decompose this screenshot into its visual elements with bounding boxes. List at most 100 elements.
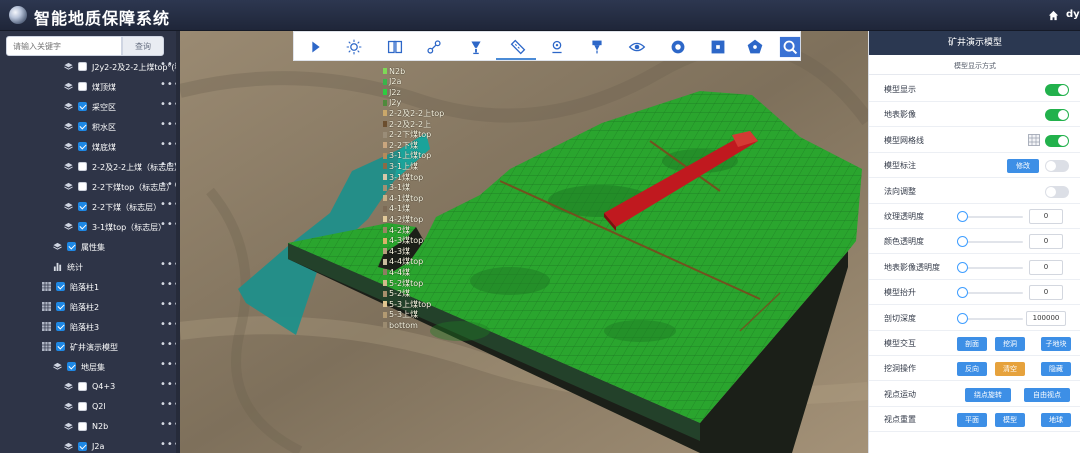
- layer-checkbox[interactable]: [78, 162, 87, 171]
- value-input[interactable]: 100000: [1026, 310, 1066, 326]
- toggle-switch[interactable]: [1045, 84, 1069, 96]
- map-3d-viewport[interactable]: N2b J2a J2z J2y 2-2及2-2上top 2-2及2-2上 2-2下煤top 2…: [180, 31, 868, 453]
- tree-row[interactable]: 2-2及2-2上煤（标志层） •••: [0, 157, 180, 177]
- pin-tool-button[interactable]: [585, 35, 609, 59]
- slider-handle[interactable]: [957, 287, 968, 299]
- tree-row[interactable]: 统计 •••: [0, 257, 180, 277]
- tree-row[interactable]: Q4+3 •••: [0, 377, 180, 397]
- layer-checkbox[interactable]: [78, 102, 87, 111]
- layer-checkbox[interactable]: [67, 242, 76, 251]
- tree-row[interactable]: N2b •••: [0, 417, 180, 437]
- layer-checkbox[interactable]: [78, 142, 87, 151]
- layer-legend-item: 5-2煤top: [383, 278, 423, 288]
- slider-track[interactable]: [961, 241, 1023, 244]
- slider-track[interactable]: [961, 317, 1023, 320]
- book-tool-button[interactable]: [383, 35, 407, 59]
- action-button[interactable]: 模型: [995, 413, 1025, 428]
- pentagon-tool-button[interactable]: [743, 35, 767, 59]
- slider-handle[interactable]: [957, 236, 968, 248]
- mesh-grid-icon: [1028, 133, 1040, 146]
- tree-row[interactable]: J2a •••: [0, 437, 180, 453]
- layer-checkbox[interactable]: [56, 302, 65, 311]
- search-input[interactable]: [6, 36, 122, 56]
- action-button[interactable]: 隐藏: [1041, 362, 1071, 377]
- setting-label: 法向调整: [884, 186, 916, 196]
- layer-checkbox[interactable]: [78, 402, 87, 411]
- layer-legend-item: 4-4煤top: [383, 257, 423, 267]
- layer-checkbox[interactable]: [78, 182, 87, 191]
- layer-checkbox[interactable]: [78, 222, 87, 231]
- square-tool-button[interactable]: [706, 35, 730, 59]
- slider-handle[interactable]: [957, 211, 968, 222]
- toggle-switch[interactable]: [1045, 160, 1069, 173]
- tree-row[interactable]: 属性集: [0, 237, 180, 257]
- tree-row[interactable]: 矿井演示模型 •••: [0, 337, 180, 357]
- circle-tool-button[interactable]: [666, 35, 690, 59]
- tree-row[interactable]: 2-2下煤（标志层） •••: [0, 197, 180, 217]
- action-button[interactable]: 子地块: [1041, 337, 1071, 351]
- layer-checkbox[interactable]: [78, 82, 87, 91]
- tree-row[interactable]: J2y2-2及2-2上煤top°(标志层)•••: [0, 57, 180, 77]
- value-input[interactable]: 0: [1029, 285, 1063, 301]
- action-button[interactable]: 自由视点: [1024, 387, 1070, 402]
- action-button[interactable]: 清空: [995, 362, 1025, 377]
- layer-checkbox[interactable]: [56, 282, 65, 291]
- layer-color-swatch: [383, 311, 387, 318]
- search-button[interactable]: 查询: [122, 36, 164, 56]
- layers-icon: [64, 122, 73, 130]
- value-input[interactable]: 0: [1029, 259, 1063, 275]
- toggle-switch[interactable]: [1045, 185, 1069, 198]
- setting-label: 视点重置: [884, 415, 916, 425]
- layer-checkbox[interactable]: [78, 202, 87, 211]
- action-button[interactable]: 地球: [1041, 413, 1071, 428]
- ruler-tool-button[interactable]: [506, 35, 530, 59]
- layer-legend-item: 5-2煤: [383, 289, 410, 299]
- layer-checkbox[interactable]: [78, 382, 87, 391]
- home-icon[interactable]: [1048, 10, 1059, 21]
- tree-row[interactable]: 地层集 •••: [0, 357, 180, 377]
- tree-row[interactable]: 煤顶煤 •••: [0, 77, 180, 97]
- layer-checkbox[interactable]: [56, 322, 65, 331]
- slider-track[interactable]: [961, 216, 1023, 218]
- tree-row[interactable]: 2-2下煤top（标志层）° •••: [0, 177, 180, 197]
- toggle-switch[interactable]: [1045, 109, 1069, 122]
- action-button[interactable]: 挖洞: [995, 337, 1025, 351]
- slider-track[interactable]: [961, 266, 1023, 269]
- toggle-switch[interactable]: [1045, 134, 1069, 147]
- value-input[interactable]: 0: [1029, 234, 1063, 250]
- tree-row[interactable]: 采空区 •••: [0, 97, 180, 117]
- sun-tool-button[interactable]: [342, 35, 366, 59]
- slider-track[interactable]: [961, 292, 1023, 295]
- layer-legend-label: 4-2煤top: [389, 214, 424, 224]
- layer-checkbox[interactable]: [78, 442, 87, 451]
- location-tool-button[interactable]: [545, 35, 569, 59]
- layer-checkbox[interactable]: [78, 422, 87, 431]
- tree-row[interactable]: 陷落柱2 •••: [0, 297, 180, 317]
- slider-handle[interactable]: [957, 261, 968, 273]
- action-button[interactable]: 修改: [1007, 159, 1039, 174]
- tree-row[interactable]: 陷落柱3 •••: [0, 317, 180, 337]
- tree-row[interactable]: 积水区 •••: [0, 117, 180, 137]
- tree-row[interactable]: 3-1煤top（标志层） •••: [0, 217, 180, 237]
- layer-checkbox[interactable]: [78, 122, 87, 131]
- action-button[interactable]: 反向: [957, 362, 987, 377]
- action-button[interactable]: 平面: [957, 413, 987, 428]
- lamp-tool-button[interactable]: [464, 35, 488, 59]
- tree-row[interactable]: Q2l •••: [0, 397, 180, 417]
- route-tool-button[interactable]: [422, 35, 446, 59]
- setting-row: 模型抬升 0: [869, 280, 1080, 306]
- eye-tool-button[interactable]: [625, 35, 649, 59]
- tree-row[interactable]: 煤底煤 •••: [0, 137, 180, 157]
- lamp-icon: [471, 41, 481, 55]
- layer-checkbox[interactable]: [56, 342, 65, 351]
- slider-handle[interactable]: [957, 312, 968, 324]
- layer-checkbox[interactable]: [78, 62, 87, 71]
- action-button[interactable]: 剖面: [957, 337, 987, 351]
- play-tool-button[interactable]: [304, 35, 328, 59]
- action-button[interactable]: 绕点旋转: [965, 387, 1011, 402]
- user-name[interactable]: dy: [1066, 9, 1080, 20]
- search-tool-button[interactable]: [778, 35, 802, 59]
- layer-checkbox[interactable]: [67, 362, 76, 371]
- value-input[interactable]: 0: [1029, 209, 1063, 224]
- tree-row[interactable]: 陷落柱1 •••: [0, 277, 180, 297]
